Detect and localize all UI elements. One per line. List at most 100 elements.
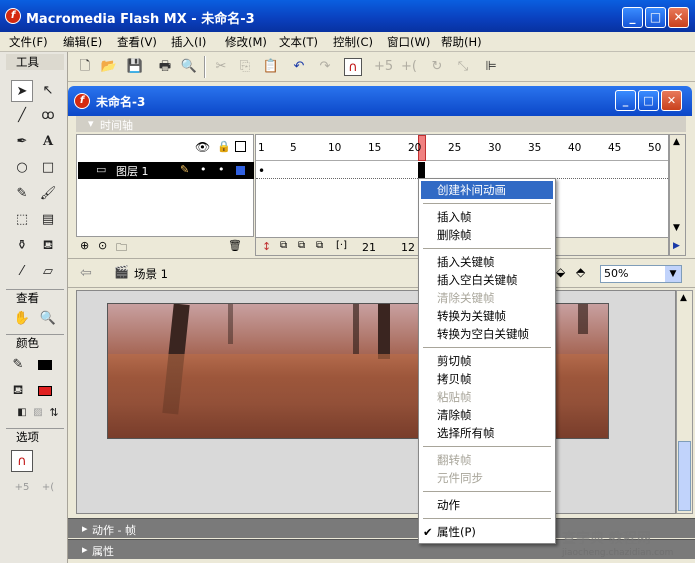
menu-convert-to-blank-keyframe[interactable]: 转换为空白关键帧	[421, 325, 553, 343]
menu-view[interactable]: 查看(V)	[117, 34, 157, 50]
rotate-icon[interactable]: ↻	[428, 58, 446, 76]
eye-icon[interactable]: 👁	[195, 140, 210, 154]
close-button[interactable]: ✕	[668, 7, 689, 28]
chevron-down-icon[interactable]: ▼	[665, 266, 681, 282]
zoom-tool-icon[interactable]: 🔍	[37, 308, 59, 330]
maximize-button[interactable]: □	[645, 7, 666, 28]
keyframe-dot[interactable]: •	[258, 164, 265, 178]
doc-minimize-button[interactable]: _	[615, 90, 636, 111]
scroll-down-icon[interactable]: ▼	[673, 223, 680, 233]
hand-tool-icon[interactable]: ✋	[11, 308, 33, 330]
ink-bottle-tool-icon[interactable]: ⚱	[11, 235, 33, 257]
menu-create-motion-tween[interactable]: 创建补间动画	[421, 181, 553, 199]
scroll-up-icon[interactable]: ▲	[673, 137, 680, 147]
doc-maximize-button[interactable]: □	[638, 90, 659, 111]
menu-insert-keyframe[interactable]: 插入关键帧	[421, 253, 553, 271]
add-folder-icon[interactable]: 🗀	[116, 239, 127, 258]
print-preview-icon[interactable]: 🔍	[180, 58, 198, 76]
delete-layer-icon[interactable]: 🗑	[228, 239, 242, 252]
scroll-right-icon[interactable]: ▶	[673, 241, 680, 251]
menu-actions[interactable]: 动作	[421, 496, 553, 514]
arrow-tool-icon[interactable]: ➤	[11, 80, 33, 102]
lasso-tool-icon[interactable]: ꝏ	[37, 105, 59, 127]
pencil-tool-icon[interactable]: ✎	[11, 183, 33, 205]
fill-transform-tool-icon[interactable]: ▤	[37, 209, 59, 231]
cut-icon[interactable]: ✂	[212, 58, 230, 76]
lock-dot-icon[interactable]: •	[218, 163, 225, 176]
fill-color-swatch[interactable]	[38, 386, 52, 396]
edit-multiple-icon[interactable]: ⧉	[316, 240, 323, 251]
text-tool-icon[interactable]: A	[37, 131, 59, 153]
onion-outline-icon[interactable]: ⧉	[298, 240, 305, 251]
copy-icon[interactable]: ⎘	[236, 58, 254, 76]
visible-dot-icon[interactable]: •	[200, 163, 207, 176]
open-folder-icon[interactable]: 📂	[100, 58, 118, 76]
snap-magnet-icon[interactable]: ∩	[344, 58, 362, 76]
menu-control[interactable]: 控制(C)	[333, 34, 373, 50]
snap-option-icon[interactable]: ∩	[11, 450, 33, 472]
line-tool-icon[interactable]: ╱	[11, 105, 33, 127]
doc-close-button[interactable]: ✕	[661, 90, 682, 111]
timeline-header[interactable]: ▾ 时间轴	[76, 116, 686, 132]
stage-area[interactable]	[76, 290, 676, 514]
frame-ruler[interactable]: 1 5 10 15 20 25 30 35 40 45 50	[256, 135, 668, 161]
minimize-button[interactable]: _	[622, 7, 643, 28]
eraser-tool-icon[interactable]: ▱	[37, 261, 59, 283]
scroll-thumb[interactable]	[678, 441, 691, 511]
redo-icon[interactable]: ↷	[316, 58, 334, 76]
save-icon[interactable]: 💾	[126, 58, 144, 76]
layer-row[interactable]: ▭ 图层 1 ✎ • •	[78, 162, 254, 179]
lock-icon[interactable]: 🔒	[217, 140, 231, 153]
brush-tool-icon[interactable]: 🖌	[37, 183, 59, 205]
stroke-color-swatch[interactable]	[38, 360, 52, 370]
rectangle-tool-icon[interactable]: □	[37, 157, 59, 179]
edit-symbols-icon[interactable]: ⬙	[556, 265, 565, 279]
menu-modify[interactable]: 修改(M)	[225, 34, 267, 50]
menu-insert-blank-keyframe[interactable]: 插入空白关键帧	[421, 271, 553, 289]
eyedropper-tool-icon[interactable]: ⁄	[11, 261, 33, 283]
add-layer-icon[interactable]: ⊕	[80, 239, 89, 252]
menu-select-all-frames[interactable]: 选择所有帧	[421, 424, 553, 442]
onion-skin-icon[interactable]: ⧉	[280, 240, 287, 251]
new-file-icon[interactable]: 🗋	[76, 58, 94, 76]
pen-tool-icon[interactable]: ✒	[11, 131, 33, 153]
straighten-icon[interactable]: +(	[400, 58, 418, 76]
smooth-option-icon[interactable]: +5	[11, 477, 33, 499]
scroll-up-icon[interactable]: ▲	[680, 293, 687, 303]
menu-properties[interactable]: ✔ 属性(P)	[421, 523, 553, 541]
menu-insert-frame[interactable]: 插入帧	[421, 208, 553, 226]
menu-insert[interactable]: 插入(I)	[171, 34, 206, 50]
oval-tool-icon[interactable]: ○	[11, 157, 33, 179]
undo-icon[interactable]: ↶	[290, 58, 308, 76]
frame-row[interactable]: •	[256, 162, 668, 179]
edit-scene-icon[interactable]: ⬘	[576, 265, 585, 279]
menu-cut-frames[interactable]: 剪切帧	[421, 352, 553, 370]
selected-frame[interactable]	[418, 162, 425, 178]
back-arrow-icon[interactable]: ⇦	[80, 265, 92, 281]
layer-color-box[interactable]	[236, 166, 245, 175]
paint-bucket-tool-icon[interactable]: ⛾	[37, 235, 59, 257]
timeline-scrollbar[interactable]: ▲ ▼ ▶	[669, 134, 686, 256]
add-guide-layer-icon[interactable]: ⊙	[98, 239, 107, 252]
menu-window[interactable]: 窗口(W)	[387, 34, 430, 50]
outline-icon[interactable]	[235, 141, 246, 152]
stage-scrollbar[interactable]: ▲	[676, 290, 693, 514]
free-transform-tool-icon[interactable]: ⬚	[11, 209, 33, 231]
menu-edit[interactable]: 编辑(E)	[63, 34, 102, 50]
menu-copy-frames[interactable]: 拷贝帧	[421, 370, 553, 388]
print-icon[interactable]: 🖶	[156, 58, 174, 76]
align-icon[interactable]: ⊫	[482, 58, 500, 76]
onion-markers-icon[interactable]: [·]	[336, 240, 347, 251]
menu-text[interactable]: 文本(T)	[279, 34, 318, 50]
straighten-option-icon[interactable]: +(	[37, 477, 59, 499]
scale-icon[interactable]: ⤡	[454, 58, 472, 76]
paste-icon[interactable]: 📋	[262, 58, 280, 76]
zoom-select[interactable]: 50% ▼	[600, 265, 682, 283]
menu-convert-to-keyframe[interactable]: 转换为关键帧	[421, 307, 553, 325]
menu-delete-frame[interactable]: 删除帧	[421, 226, 553, 244]
swap-colors-icon[interactable]: ⇅	[43, 402, 65, 424]
subselect-tool-icon[interactable]: ↖	[37, 80, 59, 102]
center-frame-icon[interactable]: ↕	[262, 240, 271, 253]
menu-help[interactable]: 帮助(H)	[441, 34, 482, 50]
menu-file[interactable]: 文件(F)	[9, 34, 48, 50]
